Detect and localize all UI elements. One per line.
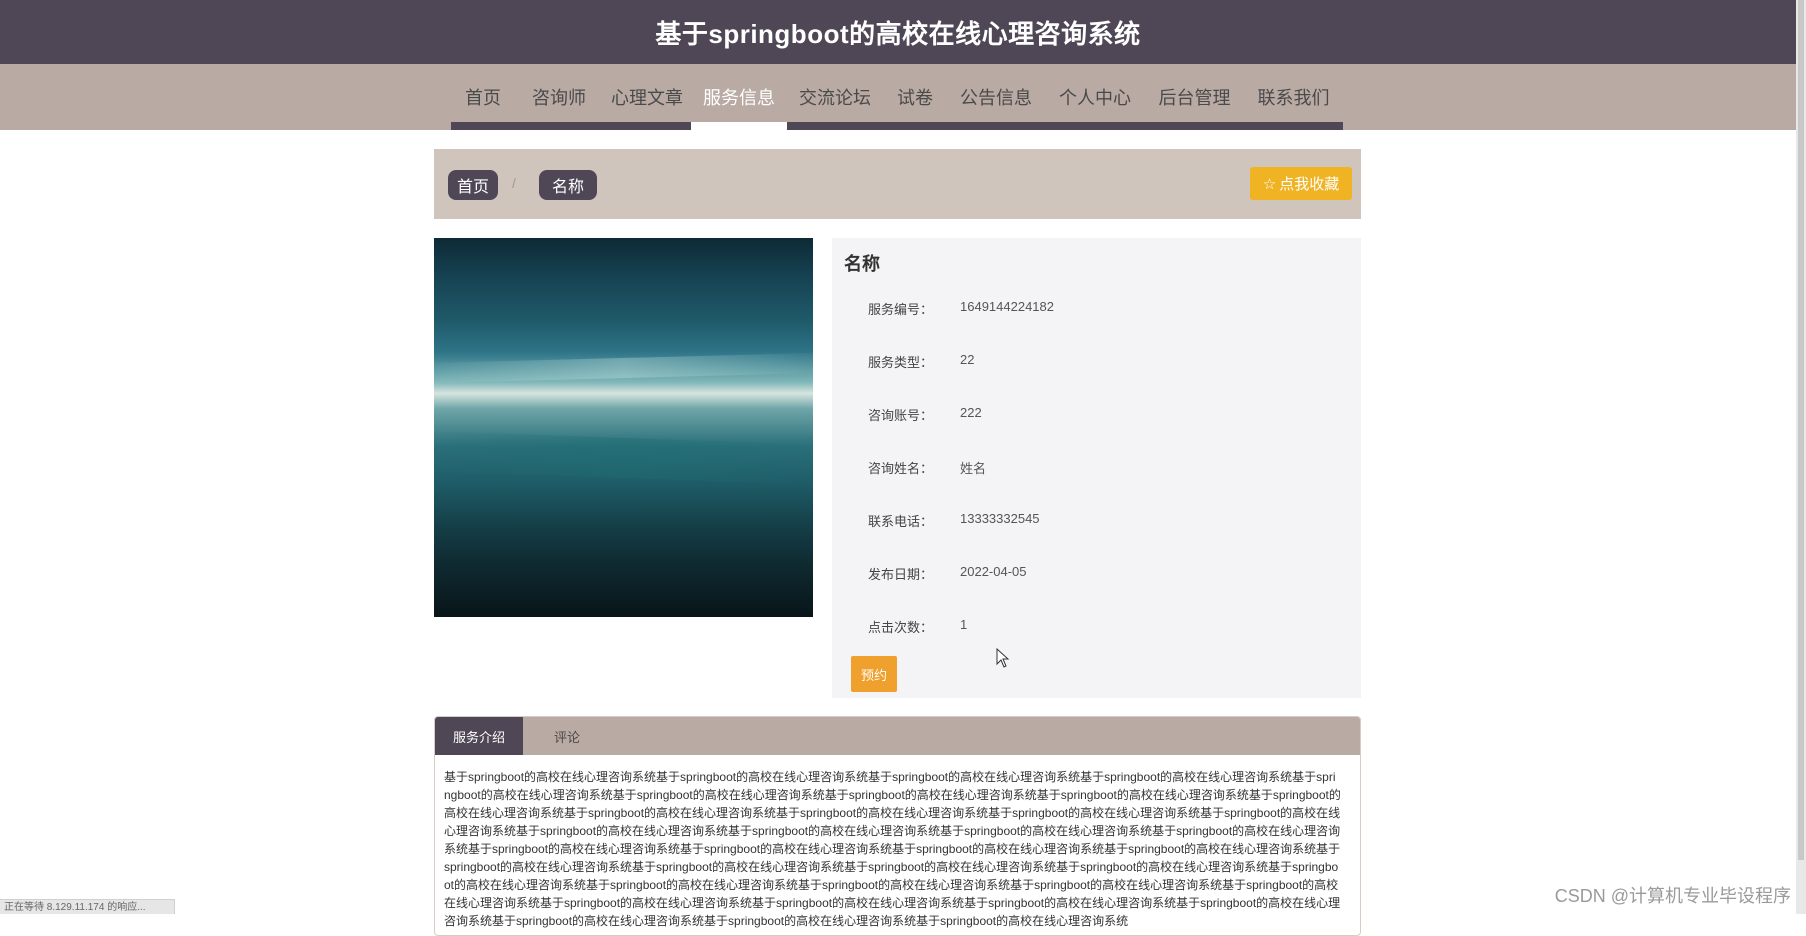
nav-item-counselors[interactable]: 咨询师 xyxy=(515,64,603,130)
favorite-button-label: 点我收藏 xyxy=(1279,176,1340,193)
detail-label: 联系电话： xyxy=(868,514,934,529)
tab-label: 服务介绍 xyxy=(452,729,505,745)
site-header: 基于springboot的高校在线心理咨询系统 xyxy=(0,0,1796,64)
nav-underbar xyxy=(1145,122,1244,130)
detail-label: 发布日期： xyxy=(868,567,934,582)
detail-label: 服务类型： xyxy=(868,355,934,370)
image-streak xyxy=(434,430,813,486)
breadcrumb-home-label: 首页 xyxy=(457,179,490,196)
nav-item-profile[interactable]: 个人中心 xyxy=(1045,64,1145,130)
nav-item-admin[interactable]: 后台管理 xyxy=(1145,64,1244,130)
detail-row-clicks: 点击次数： 1 xyxy=(832,617,1361,637)
detail-value: 姓名 xyxy=(960,461,987,476)
nav-underbar xyxy=(947,122,1045,130)
nav-item-label: 心理文章 xyxy=(611,88,683,108)
star-icon: ☆ xyxy=(1262,175,1277,193)
nav-underbar xyxy=(603,122,691,130)
status-text: 正在等待 8.129.11.174 的响应... xyxy=(4,902,146,913)
nav-items: 首页 咨询师 心理文章 服务信息 交流论坛 试卷 公告信息 个人中心 后台管理 … xyxy=(451,64,1343,130)
nav-item-contact[interactable]: 联系我们 xyxy=(1244,64,1343,130)
nav-item-label: 咨询师 xyxy=(532,88,586,108)
nav-underbar xyxy=(1045,122,1145,130)
tab-label: 评论 xyxy=(553,729,580,745)
breadcrumb-home[interactable]: 首页 xyxy=(448,170,499,200)
detail-value: 22 xyxy=(960,352,975,367)
site-title: 基于springboot的高校在线心理咨询系统 xyxy=(655,18,1141,49)
nav-item-label: 交流论坛 xyxy=(799,88,871,108)
nav-item-label: 公告信息 xyxy=(960,88,1032,108)
detail-label: 咨询姓名： xyxy=(868,461,934,476)
detail-row-publish-date: 发布日期： 2022-04-05 xyxy=(832,564,1361,584)
nav-item-exams[interactable]: 试卷 xyxy=(883,64,947,130)
breadcrumb-current: 名称 xyxy=(539,170,598,200)
detail-title: 名称 xyxy=(844,254,880,274)
nav-item-label: 试卷 xyxy=(897,88,933,108)
browser-status-bar: 正在等待 8.129.11.174 的响应... xyxy=(0,899,175,914)
service-detail-panel: 名称 服务编号： 1649144224182 服务类型： 22 咨询账号： 22… xyxy=(832,238,1361,698)
service-tabs: 服务介绍 评论 基于springboot的高校在线心理咨询系统基于springb… xyxy=(434,716,1361,936)
watermark: CSDN @计算机专业毕设程序 xyxy=(1554,886,1791,906)
nav-item-notices[interactable]: 公告信息 xyxy=(947,64,1045,130)
detail-value: 222 xyxy=(960,405,982,420)
nav-item-label: 个人中心 xyxy=(1059,88,1131,108)
main-nav: 首页 咨询师 心理文章 服务信息 交流论坛 试卷 公告信息 个人中心 后台管理 … xyxy=(0,64,1796,130)
nav-item-label: 首页 xyxy=(465,88,501,108)
nav-underbar xyxy=(787,122,883,130)
page-scrollbar[interactable] xyxy=(1796,0,1806,914)
nav-underbar xyxy=(1244,122,1343,130)
scrollbar-thumb[interactable] xyxy=(1798,0,1804,860)
nav-item-label: 联系我们 xyxy=(1257,88,1330,108)
nav-underbar xyxy=(691,122,787,130)
nav-underbar xyxy=(515,122,603,130)
detail-row-account: 咨询账号： 222 xyxy=(832,405,1361,425)
detail-value: 1 xyxy=(960,617,968,632)
nav-item-label: 服务信息 xyxy=(703,88,775,108)
detail-value: 1649144224182 xyxy=(960,299,1054,314)
detail-row-name: 咨询姓名： 姓名 xyxy=(832,458,1361,478)
nav-item-label: 后台管理 xyxy=(1158,88,1231,108)
breadcrumb-current-label: 名称 xyxy=(552,179,585,196)
tab-service-intro[interactable]: 服务介绍 xyxy=(435,717,523,755)
image-streak xyxy=(434,352,813,384)
favorite-button[interactable]: ☆ 点我收藏 xyxy=(1250,167,1352,200)
nav-underbar xyxy=(883,122,947,130)
tabs-header: 服务介绍 评论 xyxy=(435,717,1360,755)
nav-item-articles[interactable]: 心理文章 xyxy=(603,64,691,130)
detail-label: 点击次数： xyxy=(868,620,934,635)
nav-item-home[interactable]: 首页 xyxy=(451,64,515,130)
book-button[interactable]: 预约 xyxy=(851,656,897,692)
nav-item-services[interactable]: 服务信息 xyxy=(691,64,787,130)
detail-value: 13333332545 xyxy=(960,511,1040,526)
tab-comments[interactable]: 评论 xyxy=(523,717,611,755)
detail-row-service-id: 服务编号： 1649144224182 xyxy=(832,299,1361,319)
mouse-cursor-icon xyxy=(996,648,1010,668)
detail-value: 2022-04-05 xyxy=(960,564,1027,579)
breadcrumb-separator: / xyxy=(512,175,516,191)
detail-label: 服务编号： xyxy=(868,302,934,317)
nav-item-forum[interactable]: 交流论坛 xyxy=(787,64,883,130)
detail-label: 咨询账号： xyxy=(868,408,934,423)
service-intro-text: 基于springboot的高校在线心理咨询系统基于springboot的高校在线… xyxy=(444,770,1341,928)
book-button-label: 预约 xyxy=(860,667,887,683)
nav-underbar xyxy=(451,122,515,130)
breadcrumb: 首页 / 名称 ☆ 点我收藏 xyxy=(434,149,1361,219)
detail-row-service-type: 服务类型： 22 xyxy=(832,352,1361,372)
service-image xyxy=(434,238,813,617)
detail-row-phone: 联系电话： 13333332545 xyxy=(832,511,1361,531)
